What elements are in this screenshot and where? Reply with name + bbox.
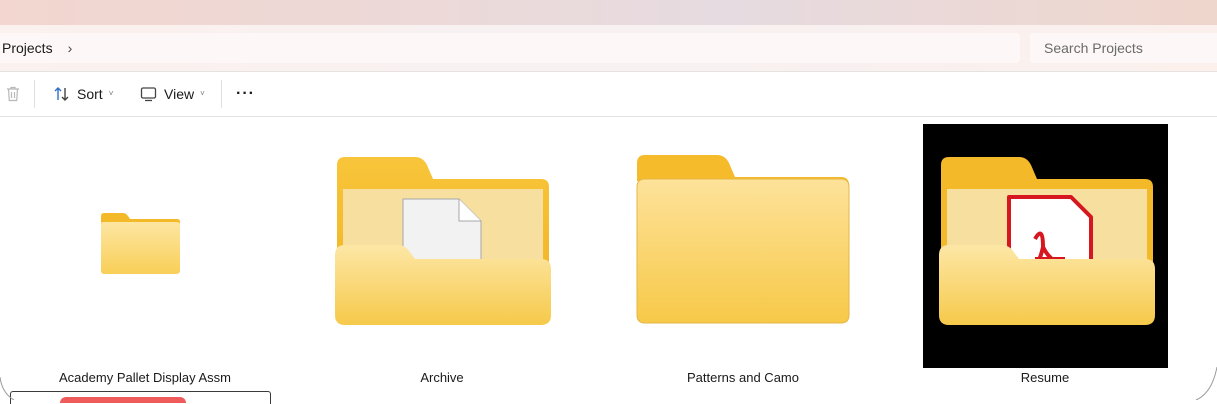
folder-name: Academy Pallet Display Assm xyxy=(59,370,231,385)
view-label: View xyxy=(164,86,195,102)
folder-item-archive[interactable]: Archive xyxy=(297,117,587,400)
window-title-bar xyxy=(0,0,1217,25)
chevron-down-icon: ˅ xyxy=(200,88,205,98)
folder-with-document-icon xyxy=(335,157,551,325)
folder-with-pdf-icon xyxy=(939,157,1155,325)
trash-icon xyxy=(7,86,19,102)
sort-label: Sort xyxy=(77,86,103,102)
toolbar-separator xyxy=(34,80,35,108)
sort-icon xyxy=(54,87,69,101)
address-bar[interactable]: Projects › xyxy=(0,33,1020,63)
folder-name: Patterns and Camo xyxy=(686,370,799,385)
folder-name: Archive xyxy=(420,370,464,385)
folder-name: Resume xyxy=(1020,370,1070,385)
search-placeholder: Search Projects xyxy=(1044,40,1143,56)
toolbar-separator xyxy=(221,80,222,108)
breadcrumb-projects[interactable]: Projects xyxy=(2,40,53,56)
folder-item-patterns-and-camo[interactable]: Patterns and Camo xyxy=(598,117,888,400)
delete-button[interactable] xyxy=(5,72,21,116)
search-input[interactable]: Search Projects xyxy=(1030,33,1217,63)
next-row-item-thumbnail xyxy=(60,397,186,403)
folder-icon xyxy=(636,155,850,324)
command-bar: Sort ˅ View ˅ ··· xyxy=(0,72,1217,117)
folder-item-resume[interactable]: Resume xyxy=(900,117,1190,400)
folder-icon xyxy=(101,213,180,274)
address-row: Projects › Search Projects xyxy=(0,25,1217,72)
view-button[interactable]: View ˅ xyxy=(140,72,205,116)
folder-item-academy-pallet[interactable]: Academy Pallet Display Assm xyxy=(0,117,290,400)
more-options-button[interactable]: ··· xyxy=(236,72,255,116)
sort-button[interactable]: Sort ˅ xyxy=(53,72,113,116)
chevron-down-icon: ˅ xyxy=(108,88,114,98)
file-grid: Academy Pallet Display Assm Archive Patt… xyxy=(0,117,1217,404)
view-icon xyxy=(140,87,157,102)
breadcrumb-chevron-icon[interactable]: › xyxy=(68,40,73,56)
